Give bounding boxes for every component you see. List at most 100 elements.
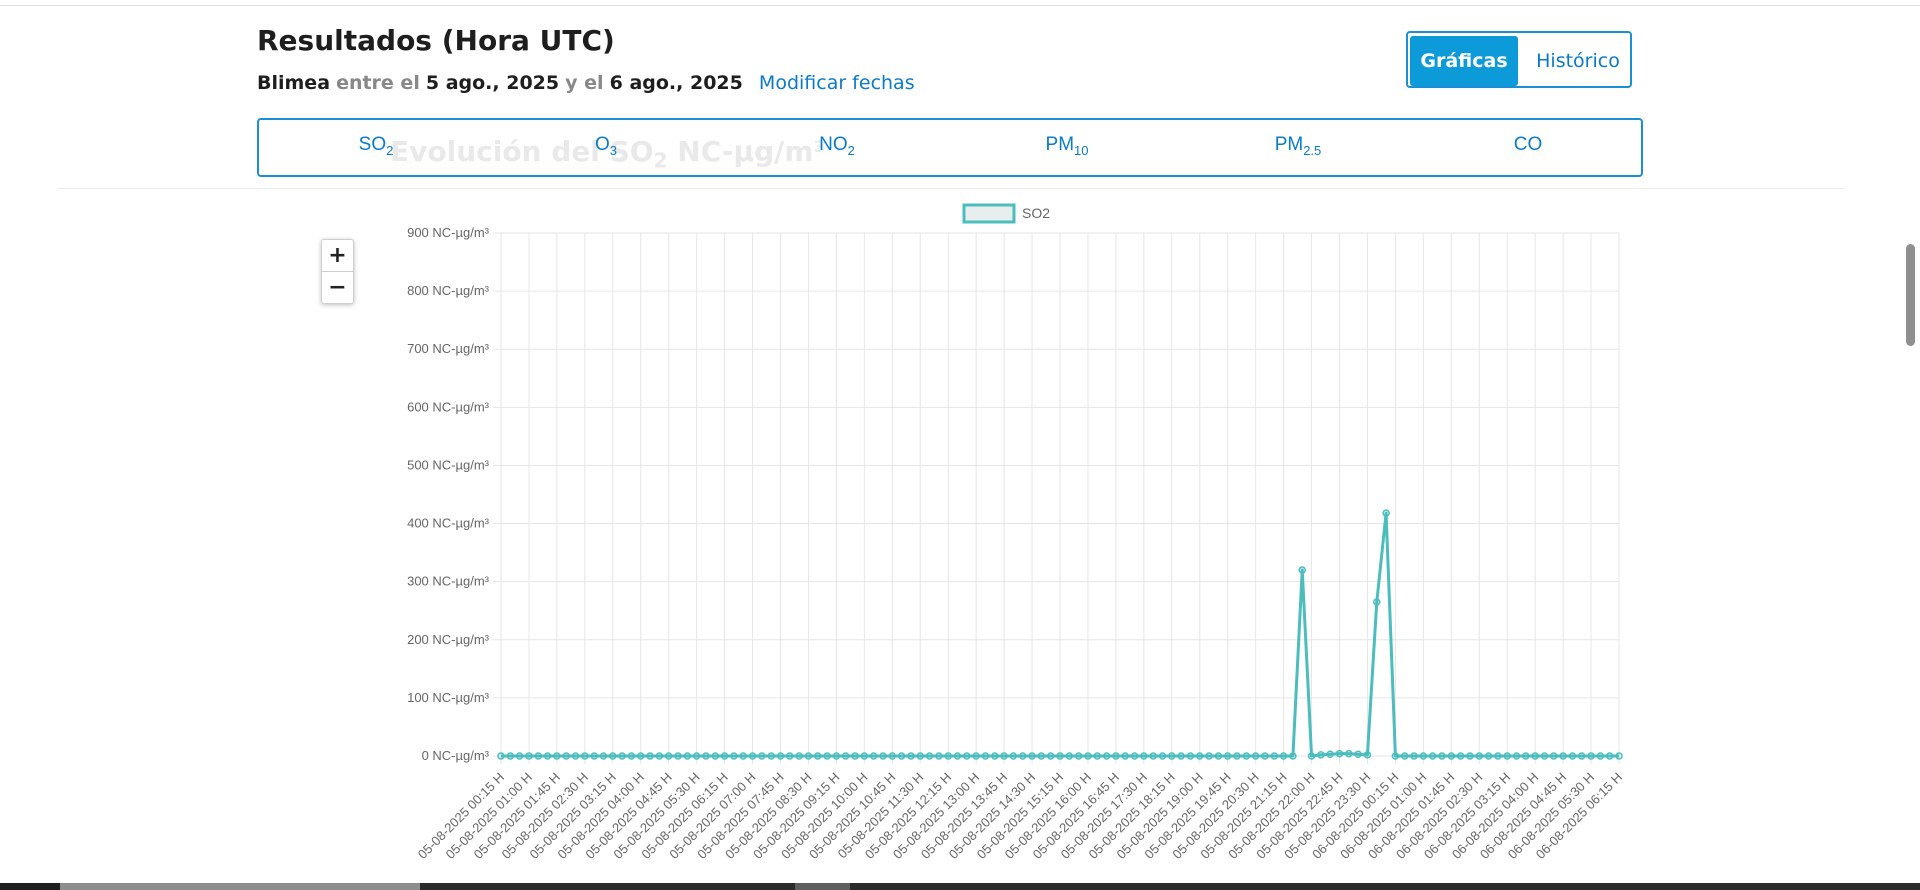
tab-pm10[interactable]: PM10 — [987, 134, 1147, 158]
modify-dates-link[interactable]: Modificar fechas — [759, 72, 915, 94]
data-point — [758, 752, 766, 760]
horizontal-scrollbar[interactable] — [60, 883, 420, 890]
data-point — [963, 752, 971, 760]
data-point — [1596, 752, 1605, 760]
data-point — [832, 752, 841, 760]
tab-label: NO — [819, 134, 848, 155]
data-point — [1065, 752, 1074, 760]
data-point — [1326, 750, 1334, 759]
y-tick-label: 500 NC-µg/m³ — [407, 457, 490, 472]
data-point — [581, 752, 589, 760]
data-point — [1130, 752, 1139, 760]
graphs-button[interactable]: Gráficas — [1410, 36, 1518, 86]
data-point — [1158, 752, 1167, 760]
data-point — [646, 752, 654, 760]
data-point — [1559, 752, 1567, 760]
data-point — [1102, 752, 1111, 760]
y-tick-label: 100 NC-µg/m³ — [407, 690, 490, 705]
station-name: Blimea — [257, 72, 331, 94]
data-point — [1456, 752, 1465, 760]
data-point — [1242, 752, 1251, 760]
data-point — [1056, 752, 1064, 760]
data-point — [1391, 752, 1400, 760]
tab-co[interactable]: CO — [1448, 134, 1608, 158]
data-point — [711, 752, 720, 760]
data-point — [1205, 752, 1213, 760]
tab-label: PM — [1045, 134, 1075, 155]
data-point — [1447, 752, 1456, 760]
view-toggle: Gráficas Histórico — [1406, 31, 1632, 88]
data-point — [1587, 752, 1595, 760]
y-tick-label: 200 NC-µg/m³ — [407, 632, 490, 647]
zoom-in-button[interactable]: + — [322, 240, 353, 272]
data-point — [674, 752, 682, 760]
history-button[interactable]: Histórico — [1528, 36, 1628, 86]
tab-subscript: 2.5 — [1303, 142, 1322, 158]
data-point — [1512, 752, 1521, 760]
section-divider — [58, 188, 1843, 189]
data-point — [1466, 752, 1474, 760]
data-point — [1475, 752, 1483, 760]
end-date: 6 ago., 2025 — [609, 72, 743, 94]
vertical-scrollbar[interactable] — [1906, 244, 1915, 346]
data-point — [1177, 752, 1185, 760]
data-point — [1214, 752, 1223, 760]
zoom-out-button[interactable]: − — [322, 272, 353, 303]
data-point — [1074, 752, 1083, 760]
data-point — [664, 752, 673, 760]
data-point — [1382, 509, 1390, 517]
data-point — [1223, 752, 1232, 760]
data-point — [907, 752, 915, 760]
data-point — [1093, 752, 1102, 760]
data-point — [1540, 752, 1549, 760]
data-point — [1410, 752, 1418, 760]
tab-o3[interactable]: O3 — [526, 134, 686, 158]
data-point — [1233, 752, 1241, 760]
tab-no2[interactable]: NO2 — [757, 134, 917, 158]
data-point — [692, 752, 701, 760]
data-point — [1345, 749, 1353, 758]
data-point — [841, 752, 850, 760]
data-point — [916, 752, 924, 760]
y-tick-label: 600 NC-µg/m³ — [407, 399, 490, 414]
tab-subscript: 3 — [609, 142, 617, 158]
data-point — [1018, 752, 1027, 760]
legend-label: SO2 — [1022, 205, 1050, 221]
data-point — [534, 752, 543, 760]
data-point — [730, 752, 738, 760]
data-point — [1494, 752, 1502, 760]
tab-so2[interactable]: SO2 — [296, 134, 456, 158]
data-point — [1000, 752, 1008, 760]
data-point — [1196, 752, 1204, 760]
data-point — [1251, 752, 1260, 760]
data-point — [860, 752, 869, 760]
data-point — [804, 752, 813, 760]
data-point — [599, 752, 608, 760]
data-point — [506, 752, 515, 760]
data-point — [1298, 566, 1306, 574]
data-point — [553, 752, 561, 760]
data-point — [944, 752, 952, 760]
zoom-control: + − — [321, 239, 354, 304]
so2-line-chart[interactable]: 0 NC-µg/m³ 100 NC-µg/m³ 200 NC-µg/m³ 300 NC… — [0, 195, 1860, 883]
y-tick-label: 0 NC-µg/m³ — [422, 748, 490, 763]
data-point — [1028, 752, 1036, 760]
data-point — [571, 752, 580, 760]
y-tick-label: 400 NC-µg/m³ — [407, 516, 490, 531]
data-point — [981, 752, 990, 760]
tab-subscript: 2 — [386, 142, 394, 158]
data-point — [1270, 752, 1279, 760]
data-point — [1419, 752, 1428, 760]
data-point — [515, 752, 524, 760]
tab-subscript: 2 — [847, 142, 855, 158]
data-point — [1363, 751, 1372, 759]
data-point — [1037, 752, 1046, 760]
data-point — [1605, 752, 1614, 760]
tab-pm25[interactable]: PM2.5 — [1218, 134, 1378, 158]
data-point — [1279, 752, 1288, 760]
y-tick-label: 300 NC-µg/m³ — [407, 574, 490, 589]
data-point — [702, 752, 710, 760]
data-point — [609, 752, 617, 760]
tab-label: PM — [1274, 134, 1304, 155]
data-point — [1522, 752, 1530, 760]
